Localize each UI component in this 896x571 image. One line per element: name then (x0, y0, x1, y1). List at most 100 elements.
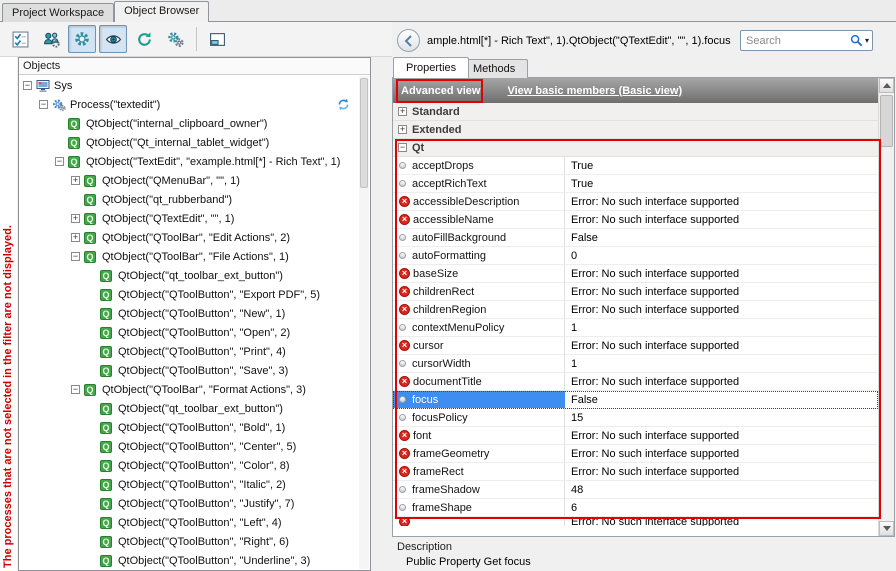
tree-node[interactable]: Q QtObject("qt_rubberband") (19, 190, 358, 209)
tree-node[interactable]: QQtObject("QToolButton", "Color", 8) (19, 456, 358, 475)
scroll-up-button[interactable] (879, 78, 894, 93)
property-row[interactable]: ×fontError: No such interface supported (393, 427, 878, 445)
expand-icon[interactable]: + (71, 233, 80, 242)
tree-node[interactable]: QQtObject("QToolButton", "Justify", 7) (19, 494, 358, 513)
tree-node[interactable]: −Sys (19, 76, 358, 95)
back-button[interactable] (397, 29, 420, 52)
tree-node[interactable]: −Process("textedit") (19, 95, 358, 114)
property-row[interactable]: autoFillBackgroundFalse (393, 229, 878, 247)
property-row[interactable]: contextMenuPolicy1 (393, 319, 878, 337)
property-row[interactable]: focusFalse (393, 391, 878, 409)
tab-properties[interactable]: Properties (393, 57, 469, 78)
qtobject-icon: Q (100, 460, 112, 472)
tree-node[interactable]: −QQtObject("QToolBar", "File Actions", 1… (19, 247, 358, 266)
qtobject-icon: Q (100, 498, 112, 510)
tree-node[interactable]: QQtObject("QToolButton", "Left", 4) (19, 513, 358, 532)
tab-methods[interactable]: Methods (460, 59, 528, 78)
search-input[interactable] (746, 35, 850, 47)
tree-node[interactable]: QQtObject("QToolButton", "Bold", 1) (19, 418, 358, 437)
tab-object-browser[interactable]: Object Browser (114, 1, 209, 22)
tree-node[interactable]: QQtObject("QToolButton", "New", 1) (19, 304, 358, 323)
expand-icon[interactable]: + (71, 176, 80, 185)
property-value[interactable]: False (565, 391, 878, 408)
tree-node-label: QtObject("QToolButton", "Italic", 2) (118, 479, 286, 491)
tree-node[interactable]: QQtObject("QToolButton", "Italic", 2) (19, 475, 358, 494)
highlight-object-button[interactable] (99, 25, 127, 53)
scrollbar-thumb[interactable] (880, 95, 893, 147)
tree-node[interactable]: +QQtObject("QTextEdit", "", 1) (19, 209, 358, 228)
tree-node-label: QtObject("qt_rubberband") (102, 194, 232, 206)
search-dropdown-icon[interactable]: ▾ (865, 36, 869, 45)
collapse-icon[interactable]: − (398, 143, 407, 152)
property-row[interactable]: frameShadow48 (393, 481, 878, 499)
tree-node[interactable]: QQtObject("Qt_internal_tablet_widget") (19, 133, 358, 152)
expand-icon[interactable]: + (71, 214, 80, 223)
property-row[interactable]: acceptRichTextTrue (393, 175, 878, 193)
qt-icon: Q (100, 421, 115, 434)
tree-node[interactable]: QQtObject("QToolButton", "Right", 6) (19, 532, 358, 551)
basic-view-link[interactable]: View basic members (Basic view) (507, 85, 682, 97)
property-value: Error: No such interface supported (565, 517, 878, 526)
qtobject-icon: Q (84, 194, 96, 206)
collapse-icon[interactable]: − (39, 100, 48, 109)
collapse-icon[interactable]: − (23, 81, 32, 90)
vertical-scrollbar[interactable] (878, 78, 894, 536)
property-row[interactable]: ×accessibleNameError: No such interface … (393, 211, 878, 229)
tree-node[interactable]: QQtObject("QToolButton", "Center", 5) (19, 437, 358, 456)
property-row[interactable]: ×baseSizeError: No such interface suppor… (393, 265, 878, 283)
collapse-icon[interactable]: − (71, 385, 80, 394)
description-text: Public Property Get focus (406, 556, 895, 568)
property-row[interactable]: autoFormatting0 (393, 247, 878, 265)
tree-node[interactable]: QQtObject("QToolButton", "Print", 4) (19, 342, 358, 361)
panels-button[interactable] (203, 25, 231, 53)
tree-vertical-scrollbar[interactable] (359, 76, 369, 569)
property-row[interactable]: focusPolicy15 (393, 409, 878, 427)
tab-project-workspace[interactable]: Project Workspace (2, 3, 114, 22)
error-icon: × (399, 517, 410, 526)
refresh-button[interactable] (130, 25, 158, 53)
property-row[interactable]: frameShape6 (393, 499, 878, 517)
tree-node[interactable]: +QQtObject("QToolBar", "Edit Actions", 2… (19, 228, 358, 247)
toolbar-separator (196, 27, 197, 51)
scroll-down-button[interactable] (879, 521, 894, 536)
property-row[interactable]: × Error: No such interface supported (393, 517, 878, 526)
tree-node[interactable]: QQtObject("qt_toolbar_ext_button") (19, 399, 358, 418)
tree-node-label: QtObject("QToolButton", "Bold", 1) (118, 422, 285, 434)
section-extended[interactable]: +Extended (393, 121, 878, 139)
tree-node[interactable]: QQtObject("internal_clipboard_owner") (19, 114, 358, 133)
tree-node[interactable]: QQtObject("QToolButton", "Save", 3) (19, 361, 358, 380)
expand-icon[interactable]: + (398, 125, 407, 134)
tree-node[interactable]: QQtObject("qt_toolbar_ext_button") (19, 266, 358, 285)
tree-node[interactable]: QQtObject("QToolButton", "Open", 2) (19, 323, 358, 342)
property-row[interactable]: cursorWidth1 (393, 355, 878, 373)
property-row[interactable]: ×frameGeometryError: No such interface s… (393, 445, 878, 463)
tree-node[interactable]: −QQtObject("TextEdit", "example.html[*] … (19, 152, 358, 171)
process-filter-button[interactable] (161, 25, 189, 53)
tree-node-label: QtObject("QToolButton", "Export PDF", 5) (118, 289, 320, 301)
property-row[interactable]: ×cursorError: No such interface supporte… (393, 337, 878, 355)
tree-node[interactable]: −QQtObject("QToolBar", "Format Actions",… (19, 380, 358, 399)
property-row[interactable]: ×childrenRectError: No such interface su… (393, 283, 878, 301)
tree-node[interactable]: +QQtObject("QMenuBar", "", 1) (19, 171, 358, 190)
checked-objects-button[interactable] (6, 25, 34, 53)
property-row[interactable]: ×childrenRegionError: No such interface … (393, 301, 878, 319)
error-icon: × (399, 466, 410, 477)
tree-node[interactable]: QQtObject("QToolButton", "Underline", 3) (19, 551, 358, 570)
property-name-cell: ×frameGeometry (393, 445, 565, 462)
object-mapping-button[interactable] (37, 25, 65, 53)
tree-node-label: QtObject("QMenuBar", "", 1) (102, 175, 240, 187)
tree-scrollbar-thumb[interactable] (360, 78, 368, 188)
advanced-view-label[interactable]: Advanced view (401, 85, 480, 97)
property-row[interactable]: acceptDropsTrue (393, 157, 878, 175)
section-qt[interactable]: −Qt (393, 139, 878, 157)
search-icon[interactable] (850, 34, 863, 47)
tree-node[interactable]: QQtObject("QToolButton", "Export PDF", 5… (19, 285, 358, 304)
expand-icon[interactable]: + (398, 107, 407, 116)
property-row[interactable]: ×documentTitleError: No such interface s… (393, 373, 878, 391)
property-row[interactable]: ×frameRectError: No such interface suppo… (393, 463, 878, 481)
property-row[interactable]: ×accessibleDescriptionError: No such int… (393, 193, 878, 211)
collapse-icon[interactable]: − (71, 252, 80, 261)
collapse-icon[interactable]: − (55, 157, 64, 166)
section-standard[interactable]: +Standard (393, 103, 878, 121)
settings-button[interactable] (68, 25, 96, 53)
